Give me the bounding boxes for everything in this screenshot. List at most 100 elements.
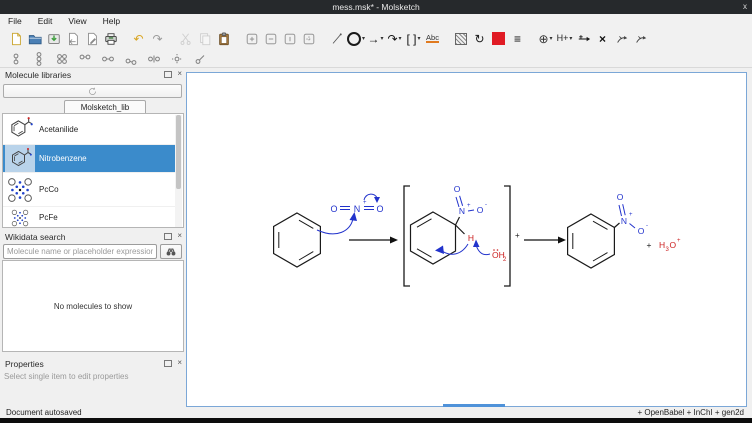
undo-button[interactable]: ↶ xyxy=(130,30,147,48)
copy-button[interactable] xyxy=(196,30,213,48)
save-button[interactable] xyxy=(45,30,62,48)
redo-button[interactable]: ↷ xyxy=(149,30,166,48)
draw-tool[interactable] xyxy=(328,30,345,48)
menu-item-edit[interactable]: Edit xyxy=(30,16,61,26)
library-item-pcco[interactable]: PcCo xyxy=(3,173,176,207)
library-item-acetanilide[interactable]: Acetanilide xyxy=(3,114,176,145)
export-button[interactable] xyxy=(83,30,100,48)
add-hydrogen-tool-icon xyxy=(577,32,591,46)
reaction-arrow-1[interactable] xyxy=(349,237,398,244)
open-button[interactable] xyxy=(26,30,43,48)
template-trimer-vertical[interactable] xyxy=(32,52,46,66)
template-dimer-diagonal[interactable] xyxy=(124,52,138,66)
hydrogen-tool[interactable]: H+▾ xyxy=(556,30,573,48)
paste-button[interactable] xyxy=(215,30,232,48)
application-window: mess.msk* - Molsketch x File Edit View H… xyxy=(0,0,752,423)
mechanism-arrowhead xyxy=(374,197,380,203)
template-dimer-top[interactable] xyxy=(78,52,92,66)
atom-label-n: N xyxy=(621,216,627,226)
charge-tool-icon: ⊕ xyxy=(538,33,548,45)
library-scrollbar[interactable] xyxy=(175,115,182,227)
rotate-tool[interactable]: ↻ xyxy=(471,30,488,48)
dock-close-icon[interactable]: × xyxy=(177,232,182,240)
refresh-library-button[interactable] xyxy=(3,84,182,98)
reaction-arrow-tool-dropdown-icon[interactable]: ▾ xyxy=(381,35,384,42)
properties-dock-title: Properties × xyxy=(0,357,186,371)
mechanism-tool-2-icon xyxy=(634,32,648,46)
hydrogen-tool-icon: H+ xyxy=(557,34,569,43)
atom-label-o: O xyxy=(477,205,484,215)
line-width-tool[interactable]: ≡ xyxy=(509,30,526,48)
cut-button[interactable] xyxy=(177,30,194,48)
ring-tool-dropdown-icon[interactable]: ▾ xyxy=(362,35,365,42)
window-close-button[interactable]: x xyxy=(743,0,747,14)
print-button[interactable] xyxy=(102,30,119,48)
zoom-fit-button-icon xyxy=(302,32,316,46)
atom-label-o: O xyxy=(617,192,624,202)
library-item-pcfe[interactable]: PcFe xyxy=(3,207,176,228)
charge-tool[interactable]: ⊕▾ xyxy=(537,30,554,48)
template-atom-cross[interactable] xyxy=(170,52,184,66)
reactant-benzene[interactable] xyxy=(274,213,321,267)
new-button[interactable] xyxy=(7,30,24,48)
library-item-nitrobenzene[interactable]: Nitrobenzene xyxy=(3,145,176,173)
redo-button-icon: ↷ xyxy=(152,33,162,45)
template-dimer-vertical[interactable] xyxy=(9,52,23,66)
water-subscript: 2 xyxy=(503,257,507,263)
wikidata-search-button[interactable] xyxy=(160,244,182,259)
rotate-tool-icon: ↻ xyxy=(474,33,484,45)
dock-float-icon[interactable] xyxy=(164,360,172,367)
wikidata-search-input[interactable] xyxy=(3,244,157,259)
zoom-in-button[interactable] xyxy=(243,30,260,48)
add-hydrogen-tool[interactable] xyxy=(575,30,592,48)
reaction-arrow-tool[interactable]: →▾ xyxy=(367,30,384,48)
template-atom-bond[interactable] xyxy=(193,52,207,66)
bracket-tool-dropdown-icon[interactable]: ▾ xyxy=(418,35,421,42)
template-dimer-divided[interactable] xyxy=(147,52,161,66)
zoom-fit-button[interactable] xyxy=(300,30,317,48)
bracket-charge-label: + xyxy=(515,231,520,240)
mechanism-arrow-tool-dropdown-icon[interactable]: ▾ xyxy=(399,35,402,42)
zoom-reset-button[interactable] xyxy=(281,30,298,48)
library-scrollbar-thumb[interactable] xyxy=(176,115,181,189)
library-tab-bar: Molsketch_lib xyxy=(2,99,184,114)
nitronium-ion[interactable]: O N O + xyxy=(330,194,383,214)
hydrogen-tool-dropdown-icon[interactable]: ▾ xyxy=(569,35,572,42)
template-dimer-horizontal[interactable] xyxy=(101,52,115,66)
mechanism-tool-2[interactable] xyxy=(632,30,649,48)
template-tetramer[interactable] xyxy=(55,52,69,66)
charge-label: + xyxy=(629,212,633,218)
text-tool[interactable]: Abc xyxy=(424,30,441,48)
libraries-dock-title-label: Molecule libraries xyxy=(5,70,71,80)
bracket-tool[interactable]: [ ]▾ xyxy=(405,30,422,48)
dock-close-icon[interactable]: × xyxy=(177,359,182,367)
properties-hint-text: Select single item to edit properties xyxy=(4,372,129,381)
drawing-canvas[interactable]: O N O + + N xyxy=(186,72,747,407)
properties-dock-title-label: Properties xyxy=(5,359,44,369)
mechanism-tool-1[interactable] xyxy=(613,30,630,48)
delete-tool[interactable]: × xyxy=(594,30,611,48)
menu-item-help[interactable]: Help xyxy=(95,16,128,26)
hydronium-byproduct[interactable]: + H 3 O + xyxy=(647,238,681,253)
intermediate-complex[interactable]: + N + O O - H OH 2 xyxy=(404,184,520,286)
ring-tool[interactable]: ▾ xyxy=(347,30,365,48)
hatch-tool[interactable] xyxy=(452,30,469,48)
mechanism-arrow-tool[interactable]: ↷▾ xyxy=(386,30,403,48)
dock-float-icon[interactable] xyxy=(164,71,172,78)
charge-tool-dropdown-icon[interactable]: ▾ xyxy=(550,35,553,42)
menu-item-view[interactable]: View xyxy=(60,16,94,26)
menu-item-file[interactable]: File xyxy=(0,16,30,26)
color-swatch-tool[interactable] xyxy=(490,30,507,48)
save-as-button[interactable] xyxy=(64,30,81,48)
charge-label: + xyxy=(363,200,367,206)
dock-float-icon[interactable] xyxy=(164,233,172,240)
molecule-thumbnail-icon xyxy=(5,145,35,172)
tab-molsketch-lib[interactable]: Molsketch_lib xyxy=(64,100,146,113)
product-nitrobenzene[interactable]: N + O O - xyxy=(568,192,648,268)
mechanism-arrow-attack[interactable] xyxy=(317,212,357,234)
zoom-out-button[interactable] xyxy=(262,30,279,48)
reaction-arrow-2[interactable] xyxy=(524,237,566,244)
text-tool-icon: Abc xyxy=(426,34,439,44)
dock-close-icon[interactable]: × xyxy=(177,70,182,78)
hydronium-h: H xyxy=(659,240,665,250)
